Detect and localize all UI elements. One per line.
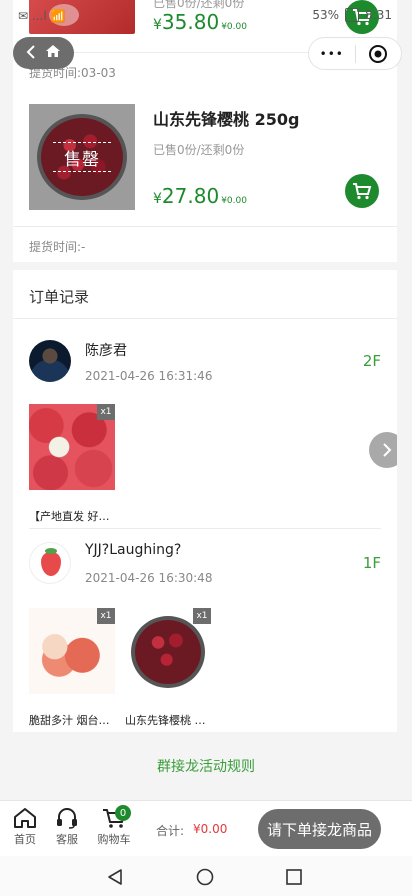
divider — [13, 226, 397, 227]
add-to-cart-button[interactable] — [345, 174, 379, 208]
tab-service[interactable]: 客服 — [47, 807, 87, 847]
order-time: 2021-04-26 16:30:48 — [85, 571, 213, 585]
product-card: 售罄 山东先锋樱桃 250g 已售0份/还剩0份 ¥ 27.80 ¥0.00 提… — [13, 90, 397, 262]
pickup-time: 提货时间:- — [29, 240, 86, 254]
quantity-badge: x1 — [97, 608, 115, 624]
ordered-product-image[interactable]: x1 — [29, 404, 115, 490]
order-floor: 1F — [362, 554, 381, 572]
price-currency: ¥ — [153, 191, 162, 207]
order-user-name: YJJ?Laughing? — [85, 542, 182, 558]
tab-home[interactable]: 首页 — [5, 807, 45, 847]
more-dots-icon: ••• — [319, 46, 344, 61]
avatar — [29, 542, 71, 584]
capsule-menu: ••• — [308, 37, 402, 70]
cart-count-badge: 0 — [115, 805, 131, 821]
more-menu-button[interactable]: ••• — [309, 38, 355, 69]
divider — [29, 528, 381, 529]
home-circle-icon[interactable] — [196, 868, 214, 886]
back-triangle-icon[interactable] — [106, 868, 124, 886]
divider — [13, 318, 397, 319]
product-image[interactable]: 售罄 — [29, 104, 135, 210]
tab-cart-label: 购物车 — [97, 833, 131, 846]
ordered-product-name: 山东先锋樱桃 … — [125, 714, 206, 727]
tab-cart[interactable]: 0 购物车 — [93, 805, 135, 847]
cherry-basket-image — [131, 616, 205, 688]
quantity-badge: x1 — [193, 608, 211, 624]
chevron-right-icon — [383, 443, 392, 457]
target-close-icon — [369, 44, 388, 63]
order-time: 2021-04-26 16:31:46 — [85, 369, 213, 383]
next-arrow-button[interactable] — [369, 432, 397, 468]
back-icon[interactable] — [26, 44, 36, 63]
nav-back-home-capsule[interactable] — [13, 37, 74, 69]
battery-icon — [345, 8, 360, 22]
home-icon — [14, 808, 36, 828]
clock: 8:31 — [365, 8, 392, 22]
activity-rules-link[interactable]: 群接龙活动规则 — [0, 756, 412, 776]
tab-home-label: 首页 — [14, 833, 36, 846]
order-records-card: 订单记录 陈彦君 2021-04-26 16:31:46 2F x1 【产地直发… — [13, 270, 397, 732]
system-nav-bar — [0, 856, 412, 896]
soldout-stamp: 售罄 — [53, 142, 111, 172]
status-bar: ✉ ...l 📶 53% 8:31 — [0, 0, 412, 34]
price-value: 27.80 — [161, 184, 220, 208]
price-original: ¥0.00 — [221, 196, 247, 206]
status-right: 53% 8:31 — [312, 8, 392, 22]
cart-icon — [353, 183, 372, 200]
place-order-button[interactable]: 请下单接龙商品 — [258, 809, 381, 849]
status-left: ✉ ...l 📶 — [18, 9, 66, 23]
strawberry-avatar-icon — [41, 548, 61, 576]
ordered-product-image[interactable]: x1 — [125, 608, 211, 694]
order-floor: 2F — [362, 352, 381, 370]
avatar — [29, 340, 71, 382]
tab-service-label: 客服 — [56, 833, 78, 846]
product-title[interactable]: 山东先锋樱桃 250g — [153, 106, 299, 130]
total-label: 合计: — [156, 824, 185, 838]
quantity-badge: x1 — [97, 404, 115, 420]
order-user-name: 陈彦君 — [85, 343, 127, 359]
ordered-product-name: 脆甜多汁 烟台… — [29, 714, 110, 727]
home-icon[interactable] — [45, 43, 61, 63]
close-miniprogram-button[interactable] — [356, 38, 402, 69]
ordered-product-image[interactable]: x1 — [29, 608, 115, 694]
bottom-bar: 首页 客服 0 购物车 合计: ¥0.00 请下单接龙商品 — [0, 800, 412, 856]
ordered-product-name: 【产地直发 好… — [29, 510, 110, 523]
order-records-title: 订单记录 — [29, 288, 90, 306]
battery-percent: 53% — [312, 8, 340, 22]
sold-count: 已售0份/还剩0份 — [153, 143, 245, 157]
total-value: ¥0.00 — [193, 822, 228, 836]
headset-icon — [57, 808, 77, 829]
price: ¥ 27.80 ¥0.00 — [153, 184, 247, 208]
recents-square-icon[interactable] — [285, 868, 303, 886]
